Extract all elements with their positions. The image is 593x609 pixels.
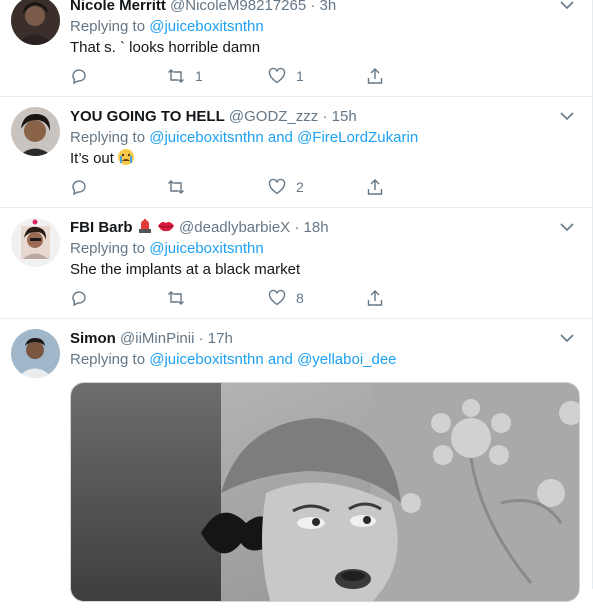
separator-dot: · [310,0,316,14]
mention-link[interactable]: @juiceboxitsnthn [149,351,263,368]
retweet-button[interactable] [167,177,195,197]
tweet-header: FBI Barb @deadlybarbieX · 18h [70,218,329,238]
replying-to-label: Replying to [70,18,146,35]
mention-conjunction: and [267,129,293,146]
retweet-icon [168,291,184,305]
tweet-fbi-barb[interactable]: FBI Barb @deadlybarbieX · 18h Replying t… [0,208,592,319]
user-handle[interactable]: @NicoleM98217265 [170,0,306,14]
user-handle[interactable]: @iiMinPinii [120,330,194,347]
share-icon [367,68,383,84]
share-button[interactable] [366,177,384,197]
tweet-you-going-to-hell[interactable]: YOU GOING TO HELL @GODZ_zzz · 15h Replyi… [0,97,592,208]
siren-emoji [138,219,151,233]
user-handle[interactable]: @GODZ_zzz [229,108,318,125]
heart-icon [268,289,286,306]
black-and-white-gif-photo [71,383,579,601]
chevron-down-icon[interactable] [558,218,576,236]
retweet-count: 1 [195,68,203,84]
mention-link[interactable]: @yellaboi_dee [297,351,396,368]
display-name[interactable]: Simon [70,330,116,347]
mention-link[interactable]: @juiceboxitsnthn [149,18,263,35]
tweet-header: Simon @iiMinPinii · 17h [70,329,233,349]
tweet-actions: 2 [70,177,400,197]
replying-to-label: Replying to [70,129,146,146]
reply-icon [72,291,86,307]
tweet-text: She the implants at a black market [70,261,301,278]
like-button[interactable]: 2 [268,177,304,197]
retweet-icon [168,180,184,194]
user-handle[interactable]: @deadlybarbieX [179,219,290,236]
like-count: 2 [296,179,304,195]
like-count: 1 [296,68,304,84]
tweet-actions: 8 [70,288,400,308]
like-count: 8 [296,290,304,306]
display-name[interactable]: YOU GOING TO HELL [70,108,225,125]
timestamp[interactable]: 15h [332,108,357,125]
chevron-down-icon[interactable] [558,329,576,347]
replying-to-label: Replying to [70,240,146,257]
share-button[interactable] [366,66,384,86]
retweet-button[interactable]: 1 [167,66,203,86]
replies-feed: Nicole Merritt @NicoleM98217265 · 3h Rep… [0,0,593,602]
share-icon [367,179,383,195]
separator-dot: · [294,219,300,236]
tweet-header: Nicole Merritt @NicoleM98217265 · 3h [70,0,336,16]
tweet-media-gif[interactable] [70,382,580,602]
display-name[interactable]: Nicole Merritt [70,0,166,14]
share-button[interactable] [366,288,384,308]
replying-to: Replying to @juiceboxitsnthn [70,17,264,37]
reply-button[interactable] [70,288,88,308]
reply-icon [72,69,86,85]
share-icon [367,290,383,306]
reply-icon [72,180,86,196]
tweet-text-content: It’s out [70,150,114,167]
avatar[interactable] [11,107,60,156]
display-name[interactable]: FBI Barb [70,219,133,236]
reply-button[interactable] [70,177,88,197]
mention-link[interactable]: @juiceboxitsnthn [149,129,263,146]
timestamp[interactable]: 17h [208,330,233,347]
lips-emoji [157,222,174,232]
tweet-text: That s. ` looks horrible damn [70,39,261,56]
crying-face-emoji [118,149,135,165]
chevron-down-icon[interactable] [558,0,576,14]
replying-to-label: Replying to [70,351,146,368]
tweet-actions: 1 1 [70,66,400,86]
tweet-text: It’s out [70,149,135,169]
reply-button[interactable] [70,66,88,86]
mention-link[interactable]: @juiceboxitsnthn [149,240,263,257]
heart-icon [268,67,286,84]
like-button[interactable]: 1 [268,66,304,86]
timestamp[interactable]: 18h [304,219,329,236]
replying-to: Replying to @juiceboxitsnthn and @yellab… [70,350,397,370]
avatar[interactable] [11,218,60,267]
avatar[interactable] [11,0,60,45]
timestamp[interactable]: 3h [320,0,337,14]
tweet-header: YOU GOING TO HELL @GODZ_zzz · 15h [70,107,357,127]
separator-dot: · [198,330,204,347]
like-button[interactable]: 8 [268,288,304,308]
heart-icon [268,178,286,195]
tweet-nicole-merritt[interactable]: Nicole Merritt @NicoleM98217265 · 3h Rep… [0,0,592,97]
replying-to: Replying to @juiceboxitsnthn [70,239,264,259]
retweet-icon [168,69,184,83]
mention-link[interactable]: @FireLordZukarin [297,129,418,146]
mention-conjunction: and [267,351,293,368]
avatar[interactable] [11,329,60,378]
retweet-button[interactable] [167,288,195,308]
separator-dot: · [322,108,328,125]
replying-to: Replying to @juiceboxitsnthn and @FireLo… [70,128,418,148]
chevron-down-icon[interactable] [558,107,576,125]
